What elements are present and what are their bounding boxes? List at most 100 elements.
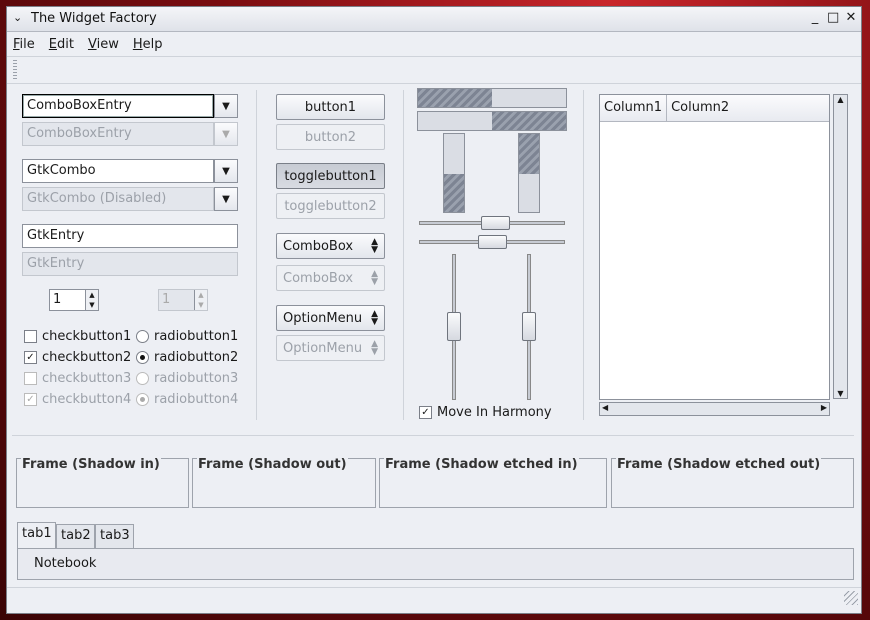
minimize-icon[interactable]: _: [809, 10, 821, 25]
togglebutton2: togglebutton2: [276, 193, 385, 219]
horizontal-scrollbar[interactable]: ◀ ▶: [599, 402, 830, 416]
button1[interactable]: button1: [276, 94, 385, 120]
separator: [403, 90, 404, 420]
frame-label: Frame (Shadow out): [197, 457, 348, 472]
scroll-up-icon[interactable]: ▲: [834, 95, 847, 104]
progress-bar-h1: [417, 88, 567, 108]
checkmark-icon: ✓: [24, 393, 37, 406]
frame-shadow-etched-out: Frame (Shadow etched out): [611, 457, 854, 508]
tree-header: Column1 Column2: [600, 95, 829, 122]
frame-label: Frame (Shadow in): [21, 457, 161, 472]
frame-label: Frame (Shadow etched in): [384, 457, 579, 472]
checkmark-icon[interactable]: ✓: [24, 351, 37, 364]
spin-value-disabled: 1: [162, 292, 171, 307]
button2: button2: [276, 124, 385, 150]
progress-fill: [418, 89, 492, 107]
column-header-2[interactable]: Column2: [667, 95, 733, 121]
scroll-down-icon[interactable]: ▼: [834, 389, 847, 398]
checkbutton4: ✓ checkbutton4: [24, 392, 131, 407]
tab-2[interactable]: tab2: [56, 524, 95, 548]
column-header-1[interactable]: Column1: [600, 95, 668, 121]
menu-file[interactable]: File: [13, 37, 35, 52]
optionmenu-label: OptionMenu: [283, 340, 363, 356]
spin-button[interactable]: 1 ▲ ▼: [49, 289, 99, 311]
optionmenu-label: OptionMenu: [283, 310, 363, 326]
chevron-down-icon[interactable]: ▼: [214, 159, 238, 183]
radiobutton3: radiobutton3: [136, 371, 238, 386]
notebook-content: Notebook: [34, 556, 97, 571]
separator: [583, 90, 584, 420]
radio-icon: [136, 372, 149, 385]
scroll-left-icon[interactable]: ◀: [602, 403, 608, 412]
combobox-entry-input[interactable]: ComboBoxEntry: [22, 94, 214, 118]
window-menu-icon[interactable]: ⌄: [13, 11, 22, 24]
progress-fill: [492, 112, 566, 130]
combobox-label: ComboBox: [283, 238, 354, 254]
gtkcombo-disabled: GtkCombo (Disabled): [22, 187, 214, 211]
spin-value[interactable]: 1: [50, 290, 85, 310]
checkbutton3: checkbutton3: [24, 371, 131, 386]
menu-help[interactable]: Help: [133, 37, 163, 52]
toolbar: [7, 57, 861, 84]
radio-selected-icon: [136, 393, 149, 406]
radio-selected-icon[interactable]: [136, 351, 149, 364]
checkbox-icon: [24, 372, 37, 385]
toolbar-grip-icon[interactable]: [13, 60, 17, 79]
chevron-down-icon: ▼: [214, 187, 238, 211]
slider-thumb[interactable]: [478, 235, 507, 249]
frame-label: Frame (Shadow etched out): [616, 457, 822, 472]
spin-arrows-icon: ▲ ▼: [194, 290, 207, 310]
menu-bar: File Edit View Help: [7, 32, 861, 57]
radiobutton4: radiobutton4: [136, 392, 238, 407]
tree-view[interactable]: Column1 Column2: [599, 94, 830, 400]
spin-arrows-icon[interactable]: ▲ ▼: [85, 290, 98, 310]
updown-arrows-icon: ▲ ▼: [371, 339, 378, 357]
notebook-page: Notebook: [17, 548, 854, 580]
scroll-right-icon[interactable]: ▶: [821, 403, 827, 412]
combobox-disabled: ComboBox ▲ ▼: [276, 265, 385, 291]
radio-icon[interactable]: [136, 330, 149, 343]
radiobutton1[interactable]: radiobutton1: [136, 329, 238, 344]
vertical-scrollbar[interactable]: ▲ ▼: [833, 94, 848, 399]
optionmenu-disabled: OptionMenu ▲ ▼: [276, 335, 385, 361]
frame-shadow-out: Frame (Shadow out): [192, 457, 376, 508]
checkmark-icon[interactable]: ✓: [419, 406, 432, 419]
progress-bar-h2: [417, 111, 567, 131]
progress-fill: [519, 134, 539, 174]
combobox[interactable]: ComboBox ▲ ▼: [276, 233, 385, 259]
progress-bar-v2: [518, 133, 540, 213]
updown-arrows-icon: ▲ ▼: [371, 309, 378, 327]
optionmenu[interactable]: OptionMenu ▲ ▼: [276, 305, 385, 331]
spin-button-disabled: 1 ▲ ▼: [158, 289, 208, 311]
checkbutton1[interactable]: checkbutton1: [24, 329, 131, 344]
updown-arrows-icon: ▲ ▼: [371, 237, 378, 255]
slider-thumb[interactable]: [522, 312, 536, 341]
statusbar-separator: [7, 587, 861, 588]
togglebutton1[interactable]: togglebutton1: [276, 163, 385, 189]
gtkentry-disabled: GtkEntry: [22, 252, 238, 276]
resize-grip-icon[interactable]: [844, 591, 858, 605]
menu-view[interactable]: View: [88, 37, 119, 52]
tab-3[interactable]: tab3: [95, 524, 134, 548]
combobox-label: ComboBox: [283, 270, 354, 286]
progress-fill: [444, 174, 464, 212]
combobox-entry-disabled: ComboBoxEntry: [22, 122, 214, 146]
close-icon[interactable]: ✕: [845, 10, 857, 25]
gtkentry-input[interactable]: GtkEntry: [22, 224, 238, 248]
gtkcombo-input[interactable]: GtkCombo: [22, 159, 214, 183]
move-in-harmony-check[interactable]: ✓ Move In Harmony: [419, 405, 552, 420]
slider-thumb[interactable]: [481, 216, 510, 230]
frame-shadow-in: Frame (Shadow in): [16, 457, 189, 508]
chevron-down-icon[interactable]: ▼: [214, 94, 238, 118]
progress-bar-v1: [443, 133, 465, 213]
checkbutton2[interactable]: ✓ checkbutton2: [24, 350, 131, 365]
maximize-icon[interactable]: □: [827, 10, 839, 25]
radiobutton2[interactable]: radiobutton2: [136, 350, 238, 365]
title-bar[interactable]: ⌄ The Widget Factory _ □ ✕: [7, 7, 861, 32]
updown-arrows-icon: ▲ ▼: [371, 269, 378, 287]
checkbox-icon[interactable]: [24, 330, 37, 343]
tab-1[interactable]: tab1: [17, 522, 56, 548]
menu-edit[interactable]: Edit: [49, 37, 74, 52]
separator: [12, 435, 854, 436]
slider-thumb[interactable]: [447, 312, 461, 341]
